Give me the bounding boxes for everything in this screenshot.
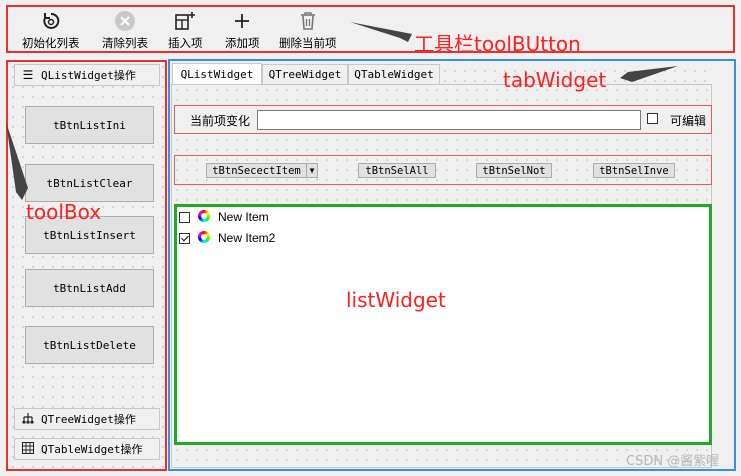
dropdown-arrow-icon[interactable]: ▼ [306, 163, 318, 178]
btn-select-none[interactable]: tBtnSelNot [476, 163, 552, 178]
tabwidget-arrow-icon [620, 66, 678, 82]
toolbox-annotation: toolBox [26, 200, 102, 224]
list-item-checkbox[interactable] [179, 211, 190, 223]
editable-checkbox[interactable] [647, 113, 658, 127]
list-item-checkbox[interactable] [179, 232, 190, 244]
tabwidget-annotation: tabWidget [503, 68, 607, 92]
current-item-input[interactable] [257, 110, 641, 130]
btn-select-all[interactable]: tBtnSelAll [358, 163, 436, 178]
listwidget-annotation: listWidget [346, 288, 446, 312]
toolbox-arrow-icon [6, 122, 28, 200]
list-item[interactable]: New Item [179, 208, 269, 226]
toolbar-annotation: 工具栏toolBUtton [414, 32, 581, 56]
watermark: CSDN @酱紫喔 [626, 454, 720, 469]
tab-qlistwidget[interactable]: QListWidget [172, 63, 262, 85]
list-item[interactable]: New Item2 [179, 229, 275, 247]
tab-qtablewidget[interactable]: QTableWidget [348, 64, 440, 84]
tab-qtreewidget[interactable]: QTreeWidget [262, 64, 348, 84]
toolbar-arrow-icon [350, 22, 412, 42]
toolbox-highlight-frame [6, 60, 167, 471]
btn-select-invert[interactable]: tBtnSelInve [593, 163, 675, 178]
current-item-label: 当前项变化 [190, 114, 251, 128]
list-item-label: New Item2 [218, 231, 276, 245]
list-item-label: New Item [218, 210, 269, 224]
color-wheel-icon [190, 209, 218, 225]
color-wheel-icon [190, 230, 218, 246]
editable-label: 可编辑 [670, 114, 707, 128]
btn-select-item[interactable]: tBtnSecectItem [206, 163, 307, 178]
